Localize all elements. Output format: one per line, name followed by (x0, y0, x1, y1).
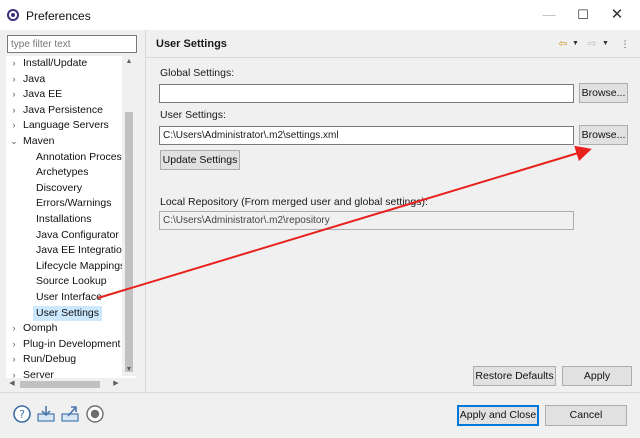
tree-item-install-update[interactable]: Install/Update (23, 56, 87, 71)
expand-chevron-icon[interactable]: › (10, 56, 18, 71)
forward-dropdown-icon[interactable]: ▼ (601, 37, 610, 51)
tree-item-user-settings[interactable]: User Settings (33, 305, 103, 321)
tree-item-discovery[interactable]: Discovery (36, 181, 82, 196)
expand-chevron-icon[interactable]: › (10, 337, 18, 352)
help-icon[interactable]: ? (12, 404, 32, 424)
expand-chevron-icon[interactable]: › (10, 103, 18, 118)
scroll-down-icon[interactable]: ▼ (124, 365, 134, 375)
filter-input[interactable] (7, 35, 137, 53)
tree-item-annotation-processing[interactable]: Annotation Process (36, 150, 127, 165)
expand-chevron-icon[interactable]: › (10, 87, 18, 102)
tree-item-server[interactable]: Server (23, 368, 54, 378)
global-browse-button[interactable]: Browse... (579, 83, 628, 103)
tree-item-run-debug[interactable]: Run/Debug (23, 352, 76, 367)
preference-tree: › Install/Update › Java › Java EE › Java… (6, 56, 136, 378)
user-settings-field[interactable]: C:\Users\Administrator\.m2\settings.xml (159, 126, 574, 145)
footer-divider (0, 392, 640, 393)
minimize-button[interactable]: — (532, 0, 566, 30)
tree-item-language-servers[interactable]: Language Servers (23, 118, 109, 133)
back-dropdown-icon[interactable]: ▼ (571, 37, 580, 51)
svg-text:?: ? (19, 408, 25, 421)
expand-chevron-icon[interactable]: › (10, 352, 18, 367)
close-button[interactable]: ✕ (600, 0, 634, 30)
tree-item-errors-warnings[interactable]: Errors/Warnings (36, 196, 111, 211)
local-repository-field: C:\Users\Administrator\.m2\repository (159, 211, 574, 230)
user-settings-label: User Settings: (160, 109, 226, 121)
apply-button[interactable]: Apply (562, 366, 632, 386)
forward-arrow-icon[interactable]: ⇨ (585, 37, 599, 51)
expand-chevron-icon[interactable]: › (10, 118, 18, 133)
tree-item-java[interactable]: Java (23, 72, 45, 87)
tree-item-source-lookup[interactable]: Source Lookup (36, 274, 107, 289)
eclipse-icon (7, 9, 19, 21)
global-settings-label: Global Settings: (160, 67, 235, 79)
page-header: User Settings ⇦ ▼ ⇨ ▼ ⋮ (146, 30, 640, 58)
title-bar: Preferences — ☐ ✕ (0, 0, 640, 30)
tree-item-plug-in-development[interactable]: Plug-in Development (23, 337, 120, 352)
tree-item-java-persistence[interactable]: Java Persistence (23, 103, 103, 118)
scroll-left-icon[interactable]: ◀ (7, 378, 17, 390)
tree-item-java-configurator[interactable]: Java Configurator (36, 228, 119, 243)
tree-item-lifecycle-mappings[interactable]: Lifecycle Mappings (36, 259, 125, 274)
window-title: Preferences (26, 9, 91, 23)
user-browse-button[interactable]: Browse... (579, 125, 628, 145)
tree-item-java-ee[interactable]: Java EE (23, 87, 62, 102)
expand-chevron-icon[interactable]: › (10, 72, 18, 87)
scrollbar-thumb[interactable] (20, 381, 100, 388)
scrollbar-thumb[interactable] (125, 112, 133, 372)
tree-horizontal-scrollbar[interactable]: ◀ ▶ (6, 378, 122, 390)
tree-item-maven[interactable]: Maven (23, 134, 55, 149)
record-icon[interactable] (85, 404, 105, 424)
expand-chevron-icon[interactable]: › (10, 368, 18, 378)
global-settings-field[interactable] (159, 84, 574, 103)
page-title: User Settings (156, 38, 227, 50)
import-icon[interactable] (36, 404, 56, 424)
view-menu-icon[interactable]: ⋮ (618, 37, 632, 51)
tree-vertical-scrollbar[interactable]: ▲ ▼ (122, 56, 136, 376)
pane-divider (145, 30, 146, 392)
export-icon[interactable] (60, 404, 80, 424)
restore-defaults-button[interactable]: Restore Defaults (473, 366, 556, 386)
local-repository-label: Local Repository (From merged user and g… (160, 196, 428, 208)
apply-and-close-button[interactable]: Apply and Close (457, 405, 539, 426)
tree-item-oomph[interactable]: Oomph (23, 321, 57, 336)
scroll-up-icon[interactable]: ▲ (124, 57, 134, 67)
tree-item-archetypes[interactable]: Archetypes (36, 165, 89, 180)
tree-item-java-ee-integration[interactable]: Java EE Integration (36, 243, 128, 258)
cancel-button[interactable]: Cancel (545, 405, 627, 426)
collapse-chevron-icon[interactable]: ⌄ (10, 134, 18, 149)
scroll-right-icon[interactable]: ▶ (111, 378, 121, 390)
maximize-button[interactable]: ☐ (566, 0, 600, 30)
tree-item-user-interface[interactable]: User Interface (36, 290, 102, 305)
update-settings-button[interactable]: Update Settings (160, 150, 240, 170)
tree-item-installations[interactable]: Installations (36, 212, 91, 227)
preferences-window: Preferences — ☐ ✕ › Install/Update › Jav… (0, 0, 640, 438)
expand-chevron-icon[interactable]: › (10, 321, 18, 336)
back-arrow-icon[interactable]: ⇦ (556, 37, 570, 51)
